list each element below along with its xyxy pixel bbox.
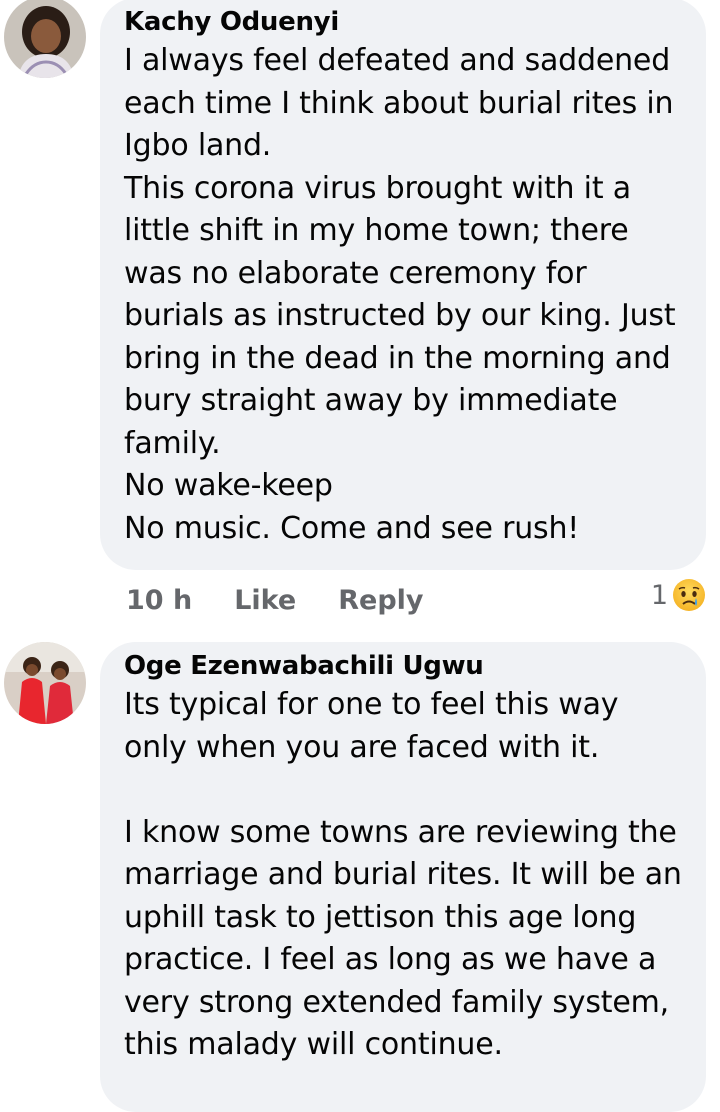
comment-timestamp[interactable]: 10 h: [126, 585, 192, 616]
comment-2: Oge Ezenwabachili Ugwu Its typical for o…: [0, 640, 720, 1112]
comment-actions: 10 h Like Reply: [126, 580, 466, 620]
avatar-photo: [4, 0, 86, 78]
reaction-count: 1: [650, 579, 668, 611]
comment-author[interactable]: Oge Ezenwabachili Ugwu: [124, 648, 686, 684]
avatar-photo: [4, 642, 86, 724]
comment-author[interactable]: Kachy Oduenyi: [124, 4, 686, 40]
comment-text: Its typical for one to feel this way onl…: [124, 687, 682, 1062]
comment-bubble: Kachy Oduenyi I always feel defeated and…: [100, 0, 706, 570]
comment-bubble: Oge Ezenwabachili Ugwu Its typical for o…: [100, 642, 706, 1112]
avatar[interactable]: [4, 642, 86, 724]
avatar[interactable]: [4, 0, 86, 78]
sad-face-icon: [673, 579, 705, 611]
reply-button[interactable]: Reply: [338, 585, 423, 616]
like-button[interactable]: Like: [234, 585, 296, 616]
comment-text: I always feel defeated and saddened each…: [124, 43, 676, 546]
comment-1: Kachy Oduenyi I always feel defeated and…: [0, 0, 720, 630]
reaction-summary[interactable]: 1: [651, 578, 706, 612]
